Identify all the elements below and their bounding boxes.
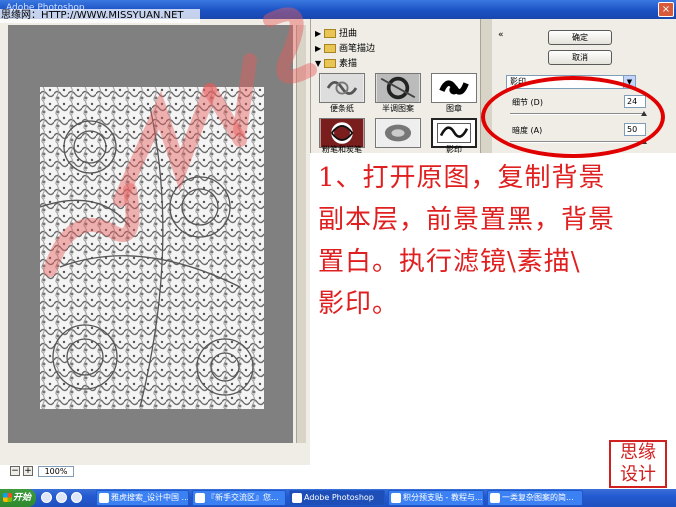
task-forum[interactable]: 『新手交流区』您... — [192, 490, 286, 506]
ie-icon[interactable] — [41, 492, 52, 503]
highlight-oval — [481, 76, 665, 158]
browser-icon — [99, 493, 109, 503]
category-distort[interactable]: ▶ 扭曲 — [315, 27, 491, 41]
category-brush-strokes[interactable]: ▶ 画笔描边 — [315, 42, 491, 56]
zoom-bar: − + 100% — [8, 466, 308, 478]
expand-arrow-icon: ▶ — [315, 29, 322, 38]
browser-icon — [391, 493, 401, 503]
instruction-line: 置白。执行滤镜\素描\ — [318, 247, 581, 277]
category-label: 画笔描边 — [339, 44, 376, 54]
media-icon[interactable] — [56, 492, 67, 503]
collapse-arrow-icon: ▼ — [315, 59, 322, 68]
close-button[interactable]: × — [658, 2, 674, 17]
folder-icon — [490, 493, 500, 503]
instruction-line: 副本层，前景置黑，背景 — [318, 205, 616, 235]
start-button[interactable]: 开始 — [0, 489, 36, 507]
folder-icon — [324, 44, 336, 53]
ok-button[interactable]: 确定 — [548, 30, 612, 45]
category-sketch[interactable]: ▼ 素描 — [315, 57, 491, 71]
desktop-icon[interactable] — [71, 492, 82, 503]
seal-stamp: 思缘 设计 — [609, 440, 667, 488]
photoshop-icon — [292, 493, 302, 503]
filter-label: 粉笔和炭笔 — [322, 145, 362, 154]
instruction-text: 1、打开原图，复制背景 副本层，前景置黑，背景 置白。执行滤镜\素描\ 影印。 — [318, 157, 670, 325]
filter-thumb-chalk-charcoal[interactable] — [319, 118, 365, 148]
preview-scrollbar[interactable] — [296, 25, 306, 443]
filter-thumb-chrome[interactable] — [375, 118, 421, 148]
filter-gallery: ▶ 扭曲 ▶ 画笔描边 ▼ 素描 便条纸 半调图案 图章 粉笔和炭笔 影印 — [310, 19, 492, 154]
zoom-out-button[interactable]: − — [10, 466, 20, 476]
cancel-button[interactable]: 取消 — [548, 50, 612, 65]
filter-thumb-photocopy-selected[interactable] — [431, 118, 477, 148]
filter-label: 影印 — [446, 145, 462, 154]
zoom-level-field[interactable]: 100% — [38, 466, 74, 477]
collapse-gallery-icon[interactable]: « — [498, 30, 504, 40]
zoom-in-button[interactable]: + — [23, 466, 33, 476]
browser-icon — [195, 493, 205, 503]
filter-thumb-halftone[interactable] — [375, 73, 421, 103]
taskbar: 开始 雅虎搜索_设计中国 ... 『新手交流区』您... Adobe Photo… — [0, 489, 676, 507]
expand-arrow-icon: ▶ — [315, 44, 322, 53]
instruction-line: 1、打开原图，复制背景 — [318, 163, 606, 193]
task-yahoo-search[interactable]: 雅虎搜索_设计中国 ... — [96, 490, 189, 506]
category-label: 素描 — [339, 59, 358, 69]
folder-open-icon — [324, 59, 336, 68]
filter-thumb-note-paper[interactable] — [319, 73, 365, 103]
filter-label: 便条纸 — [330, 104, 354, 113]
folder-icon — [324, 29, 336, 38]
task-points-post[interactable]: 积分预支贴 - 教程与... — [388, 490, 484, 506]
filter-thumb-stamp[interactable] — [431, 73, 477, 103]
filter-label: 半调图案 — [382, 104, 414, 113]
filter-label: 图章 — [446, 104, 462, 113]
windows-logo-icon — [3, 493, 12, 502]
task-pattern-tutorial[interactable]: 一类复杂图案的简... — [487, 490, 583, 506]
preview-image — [39, 87, 264, 409]
start-label: 开始 — [13, 493, 32, 503]
task-photoshop[interactable]: Adobe Photoshop — [289, 490, 385, 506]
floral-pattern — [39, 87, 264, 409]
site-watermark: 思缘网：HTTP://WWW.MISSYUAN.NET — [0, 9, 200, 23]
category-label: 扭曲 — [339, 29, 358, 39]
instruction-line: 影印。 — [318, 289, 400, 319]
